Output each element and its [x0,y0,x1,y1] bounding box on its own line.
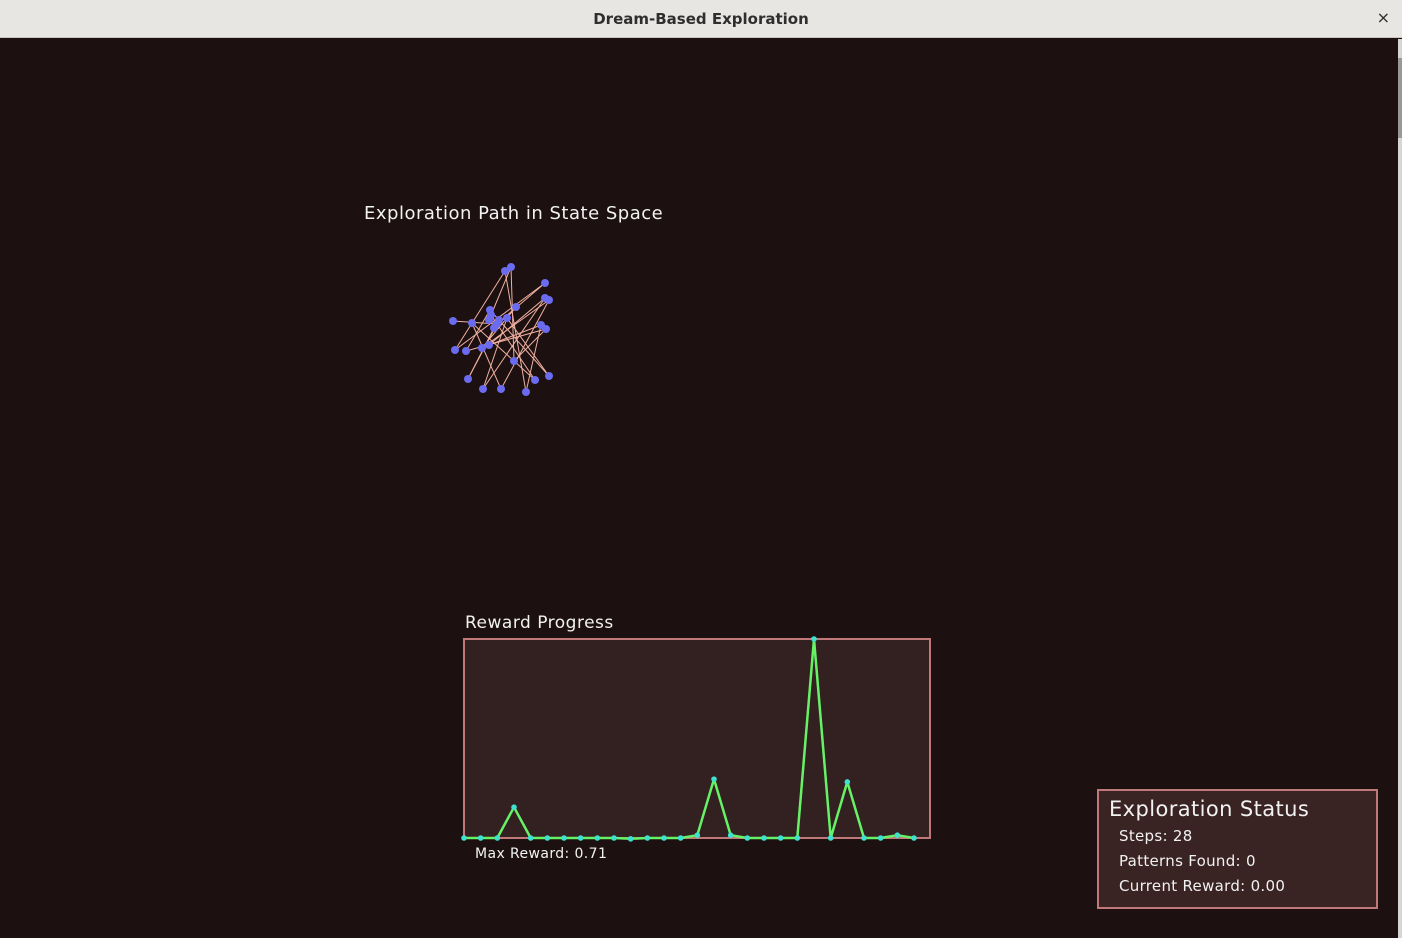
reward-point [544,835,551,841]
reward-point [644,835,651,841]
path-node [497,385,505,393]
reward-point [494,835,501,841]
exploration-status-panel: Exploration Status Steps: 28 Patterns Fo… [1097,789,1378,909]
status-heading: Exploration Status [1109,797,1310,821]
path-node [531,376,539,384]
status-current-reward: Current Reward: 0.00 [1119,877,1286,895]
path-node [464,375,472,383]
reward-point [911,835,917,841]
status-patterns-found: Patterns Found: 0 [1119,852,1256,870]
path-node [545,296,553,304]
reward-point [561,835,567,841]
reward-point [627,836,634,842]
reward-point [844,779,851,785]
path-node [485,341,493,349]
scrollbar-thumb[interactable] [1398,58,1402,138]
path-plot-title: Exploration Path in State Space [364,203,664,224]
reward-point [794,835,801,841]
reward-point [677,835,684,841]
reward-chart-title: Reward Progress [465,613,614,633]
path-node [495,316,503,324]
reward-point [827,835,834,841]
path-node [462,347,470,355]
reward-point [477,835,484,841]
reward-point [694,832,701,838]
reward-point [877,835,884,841]
reward-point [761,835,767,841]
max-reward-label: Max Reward: 0.71 [475,846,608,862]
reward-point [577,835,584,841]
reward-point [661,835,667,841]
reward-point [861,835,867,841]
reward-point [511,804,517,810]
path-node [522,388,530,396]
reward-chart-frame [463,638,931,839]
reward-point [727,832,734,838]
path-node [503,314,511,322]
scrollbar-track[interactable] [1398,39,1402,938]
reward-point [611,835,617,841]
path-node [490,324,498,332]
path-node [510,357,518,365]
path-node [542,325,550,333]
path-node [468,319,476,327]
path-node [451,346,459,354]
exploration-path-plot [449,263,553,396]
reward-point [777,835,784,841]
reward-point [894,832,901,838]
reward-point [744,835,751,841]
status-steps: Steps: 28 [1119,827,1193,845]
path-node [485,316,493,324]
path-node [479,385,487,393]
path-edge [500,299,550,390]
reward-point [527,835,534,841]
reward-point [594,835,601,841]
path-node [478,344,486,352]
path-node [512,303,520,311]
reward-point [461,835,467,841]
path-node [545,372,553,380]
path-node [541,279,549,287]
reward-point [811,636,817,642]
reward-point [711,776,717,782]
path-node [507,263,515,271]
path-node [449,317,457,325]
